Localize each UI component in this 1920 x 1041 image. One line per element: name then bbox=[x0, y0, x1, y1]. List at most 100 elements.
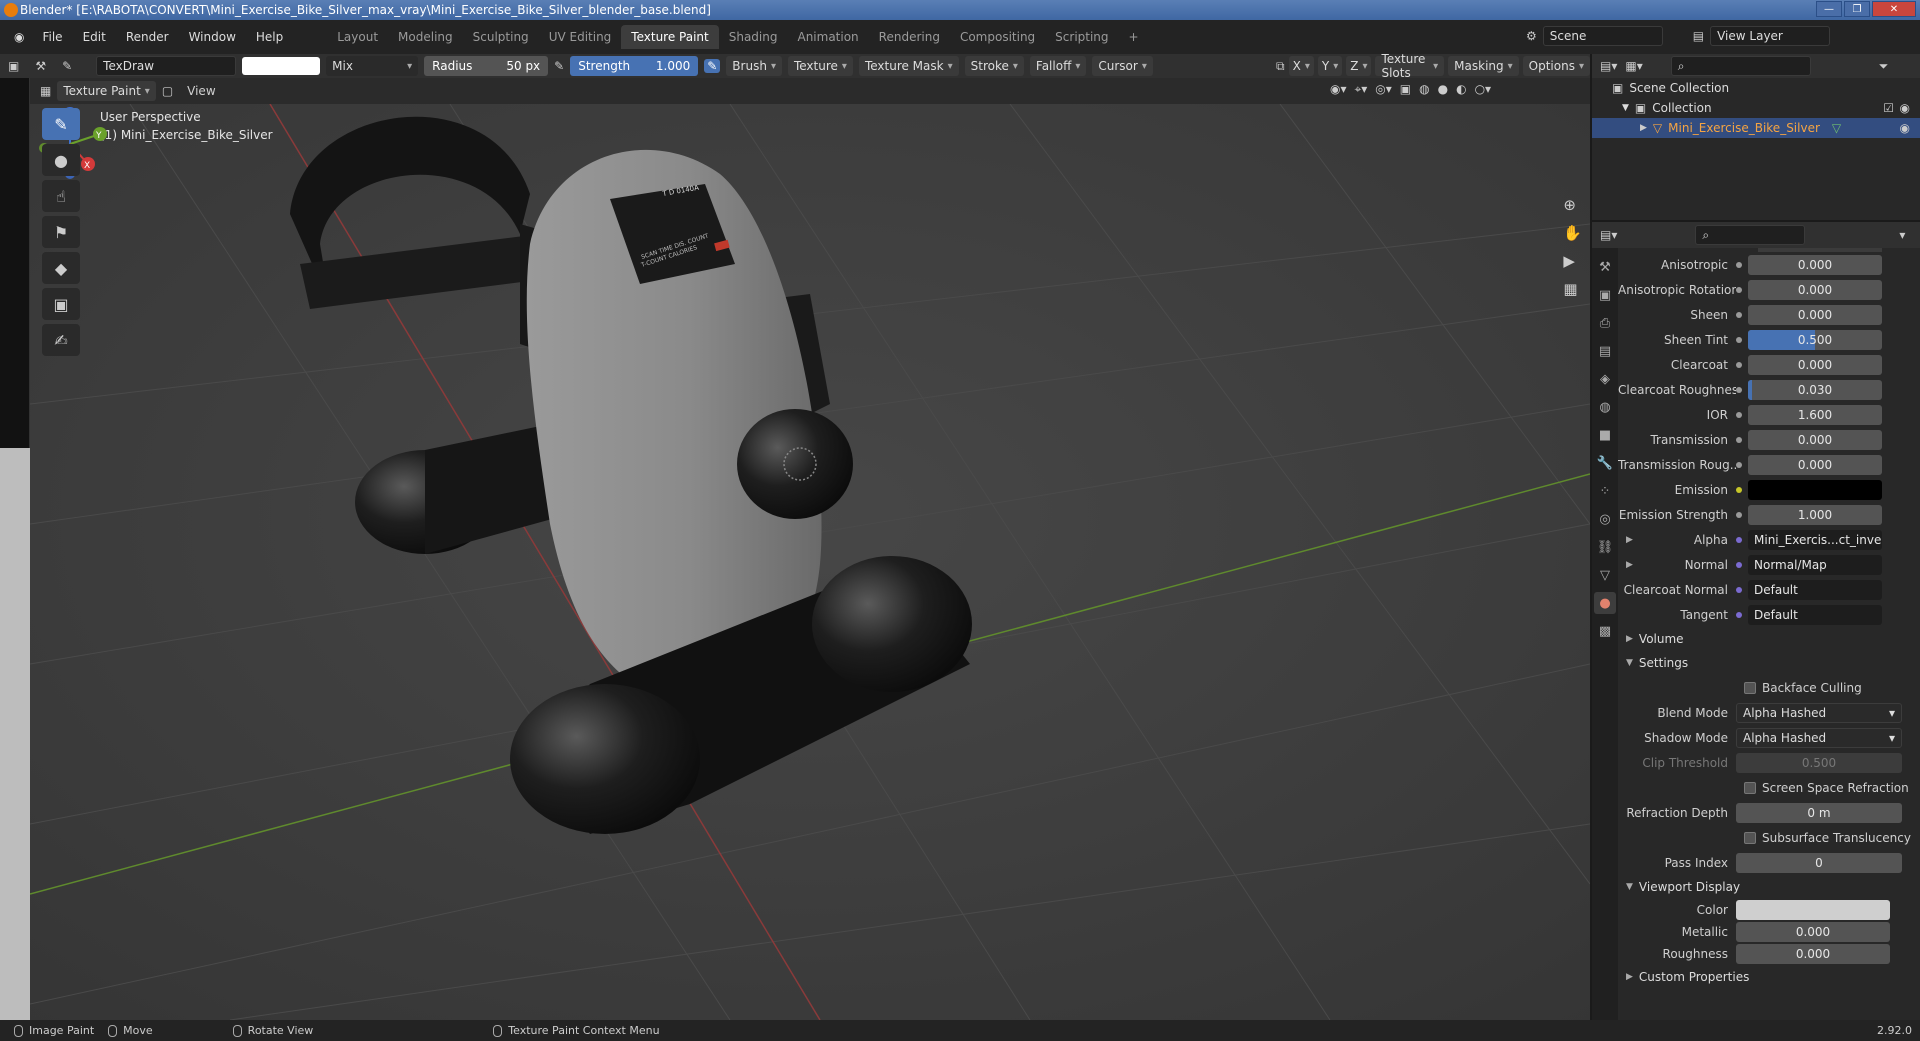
zoom-icon[interactable]: ⊕ bbox=[1563, 196, 1582, 214]
normal-row[interactable]: ▶ Normal Normal/Map bbox=[1618, 552, 1920, 577]
smear-tool[interactable]: ☝ bbox=[42, 180, 80, 212]
particles-tab-icon[interactable]: ⁘ bbox=[1594, 480, 1616, 502]
tab-animation[interactable]: Animation bbox=[787, 25, 868, 49]
property-value-field[interactable]: 1.600 bbox=[1748, 404, 1882, 425]
outliner-search-input[interactable]: ⌕ bbox=[1670, 56, 1811, 76]
alpha-row[interactable]: ▶AlphaMini_Exercis...ct_invert.png bbox=[1618, 527, 1920, 552]
tab-modeling[interactable]: Modeling bbox=[388, 25, 463, 49]
eye-icon[interactable]: ◉ bbox=[1900, 121, 1910, 135]
menu-render[interactable]: Render bbox=[116, 30, 179, 44]
texture-mask-menu[interactable]: Texture Mask bbox=[858, 56, 959, 76]
clearcoat-normal-row[interactable]: Clearcoat Normal Default bbox=[1618, 577, 1920, 602]
expand-arrow-icon[interactable]: ▶ bbox=[1640, 123, 1647, 133]
property-row[interactable]: Anisotropic Rotation 0.000 bbox=[1618, 277, 1920, 302]
shadow-mode-select[interactable]: Alpha Hashed ▾ bbox=[1736, 727, 1902, 748]
strength-pressure-icon[interactable]: ✎ bbox=[704, 59, 721, 73]
property-row[interactable]: Anisotropic 0.000 bbox=[1618, 252, 1920, 277]
close-button[interactable]: ✕ bbox=[1872, 1, 1916, 17]
property-value-field[interactable]: 0.500 bbox=[1748, 329, 1882, 350]
property-row[interactable]: Emission Strength 1.000 bbox=[1618, 502, 1920, 527]
strength-slider[interactable]: Strength 1.000 bbox=[570, 56, 699, 76]
socket-dot-icon[interactable] bbox=[1736, 436, 1742, 443]
socket-dot-icon[interactable] bbox=[1736, 461, 1742, 468]
property-row[interactable]: Transmission Roug... 0.000 bbox=[1618, 452, 1920, 477]
mode-dropdown[interactable]: Texture Paint bbox=[57, 81, 156, 101]
constraints-tab-icon[interactable]: ⛓ bbox=[1594, 536, 1616, 558]
custom-properties-header[interactable]: ▶ Custom Properties bbox=[1618, 965, 1920, 989]
properties-type-icon[interactable]: ▤▾ bbox=[1600, 228, 1617, 242]
socket-dot-icon[interactable] bbox=[1736, 386, 1742, 393]
property-value-field[interactable]: 0.000 bbox=[1748, 354, 1882, 375]
volume-panel-header[interactable]: ▶ Volume bbox=[1618, 627, 1920, 651]
roughness-field[interactable]: 0.000 bbox=[1736, 944, 1890, 964]
world-tab-icon[interactable]: ◍ bbox=[1594, 396, 1616, 418]
texture-slots-menu[interactable]: Texture Slots bbox=[1375, 52, 1445, 80]
socket-dot-icon[interactable] bbox=[1736, 311, 1742, 318]
property-value-field[interactable]: 1.000 bbox=[1748, 504, 1882, 525]
pressure-icon[interactable]: ✎ bbox=[554, 59, 564, 73]
material-tab-icon[interactable]: ● bbox=[1594, 592, 1616, 614]
3d-viewport[interactable]: SCAN TIME DIS. COUNT T-COUNT CALORIES T … bbox=[30, 104, 1590, 1020]
gizmo-icon[interactable]: ⌖▾ bbox=[1355, 82, 1368, 97]
collection-row[interactable]: ▼ ▣ Collection ☑ ◉ bbox=[1592, 98, 1920, 118]
view-layer-icon[interactable]: ▤ bbox=[1693, 29, 1704, 43]
refraction-depth-field[interactable]: 0 m bbox=[1736, 802, 1902, 823]
filter-icon[interactable]: ⏷ bbox=[1879, 59, 1889, 74]
physics-tab-icon[interactable]: ◎ bbox=[1594, 508, 1616, 530]
fill-tool[interactable]: ◆ bbox=[42, 252, 80, 284]
ortho-grid-icon[interactable]: ▦ bbox=[1563, 280, 1582, 298]
property-row[interactable]: Transmission 0.000 bbox=[1618, 427, 1920, 452]
editor-type-icon[interactable]: ▣ bbox=[8, 59, 19, 73]
render-tab-icon[interactable]: ▣ bbox=[1594, 284, 1616, 306]
tension-knob[interactable] bbox=[737, 409, 853, 519]
view-layer-field[interactable]: View Layer bbox=[1710, 26, 1831, 46]
view-layer-tab-icon[interactable]: ▤ bbox=[1594, 340, 1616, 362]
metallic-field[interactable]: 0.000 bbox=[1736, 922, 1890, 942]
tangent-link[interactable]: Default bbox=[1748, 604, 1882, 625]
texture-tab-icon[interactable]: ▩ bbox=[1594, 620, 1616, 642]
axis-x-toggle[interactable]: X bbox=[1288, 56, 1314, 76]
tangent-row[interactable]: Tangent Default bbox=[1618, 602, 1920, 627]
data-tab-icon[interactable]: ▽ bbox=[1594, 564, 1616, 586]
maximize-button[interactable]: ❐ bbox=[1844, 1, 1870, 17]
xray-icon[interactable]: ▣ bbox=[1400, 82, 1411, 97]
socket-dot-icon[interactable] bbox=[1736, 486, 1742, 493]
property-row[interactable]: Clearcoat Roughnes 0.030 bbox=[1618, 377, 1920, 402]
viewport-color-swatch[interactable] bbox=[1736, 900, 1890, 920]
draw-brush-tool[interactable]: ✎ bbox=[42, 108, 80, 140]
expand-arrow-icon[interactable]: ▼ bbox=[1622, 103, 1629, 113]
wireframe-shading-icon[interactable]: ◍ bbox=[1419, 82, 1429, 97]
add-workspace-icon[interactable]: + bbox=[1119, 25, 1149, 49]
soften-tool[interactable]: ● bbox=[42, 144, 80, 176]
menu-window[interactable]: Window bbox=[179, 30, 246, 44]
scene-field[interactable]: Scene bbox=[1542, 26, 1663, 46]
socket-dot-icon[interactable] bbox=[1736, 286, 1742, 293]
ssr-row[interactable]: Screen Space Refraction bbox=[1618, 775, 1920, 800]
overlay-icon[interactable]: ◎▾ bbox=[1375, 82, 1392, 97]
property-value-field[interactable]: 0.000 bbox=[1748, 279, 1882, 300]
blend-dropdown[interactable]: Mix bbox=[326, 56, 419, 76]
scene-tab-icon[interactable]: ◈ bbox=[1594, 368, 1616, 390]
property-value-field[interactable]: 0.030 bbox=[1748, 379, 1882, 400]
property-row[interactable]: Clearcoat 0.000 bbox=[1618, 352, 1920, 377]
brush-color-swatch[interactable] bbox=[242, 57, 321, 75]
brush-name-field[interactable]: TexDraw bbox=[96, 56, 237, 76]
backface-culling-row[interactable]: Backface Culling bbox=[1618, 675, 1920, 700]
tab-scripting[interactable]: Scripting bbox=[1045, 25, 1118, 49]
visibility-icon[interactable]: ◉▾ bbox=[1330, 82, 1347, 97]
scene-icon[interactable]: ⚙ bbox=[1526, 29, 1537, 43]
minimize-button[interactable]: — bbox=[1816, 1, 1842, 17]
property-value-field[interactable] bbox=[1748, 479, 1882, 500]
property-value-field[interactable]: 0.000 bbox=[1748, 254, 1882, 275]
symmetry-icon[interactable]: ⧉ bbox=[1276, 59, 1285, 74]
ssr-checkbox[interactable] bbox=[1744, 781, 1756, 794]
texture-menu[interactable]: Texture bbox=[787, 56, 853, 76]
object-tab-icon[interactable]: ■ bbox=[1594, 424, 1616, 446]
display-mode-icon[interactable]: ▦▾ bbox=[1625, 59, 1642, 73]
brush-menu[interactable]: Brush bbox=[726, 56, 782, 76]
viewport-display-header[interactable]: ▼ Viewport Display bbox=[1618, 875, 1920, 899]
socket-dot-icon[interactable] bbox=[1736, 361, 1742, 368]
property-row[interactable]: Sheen 0.000 bbox=[1618, 302, 1920, 327]
backface-checkbox[interactable] bbox=[1744, 681, 1756, 694]
tab-sculpting[interactable]: Sculpting bbox=[463, 25, 539, 49]
